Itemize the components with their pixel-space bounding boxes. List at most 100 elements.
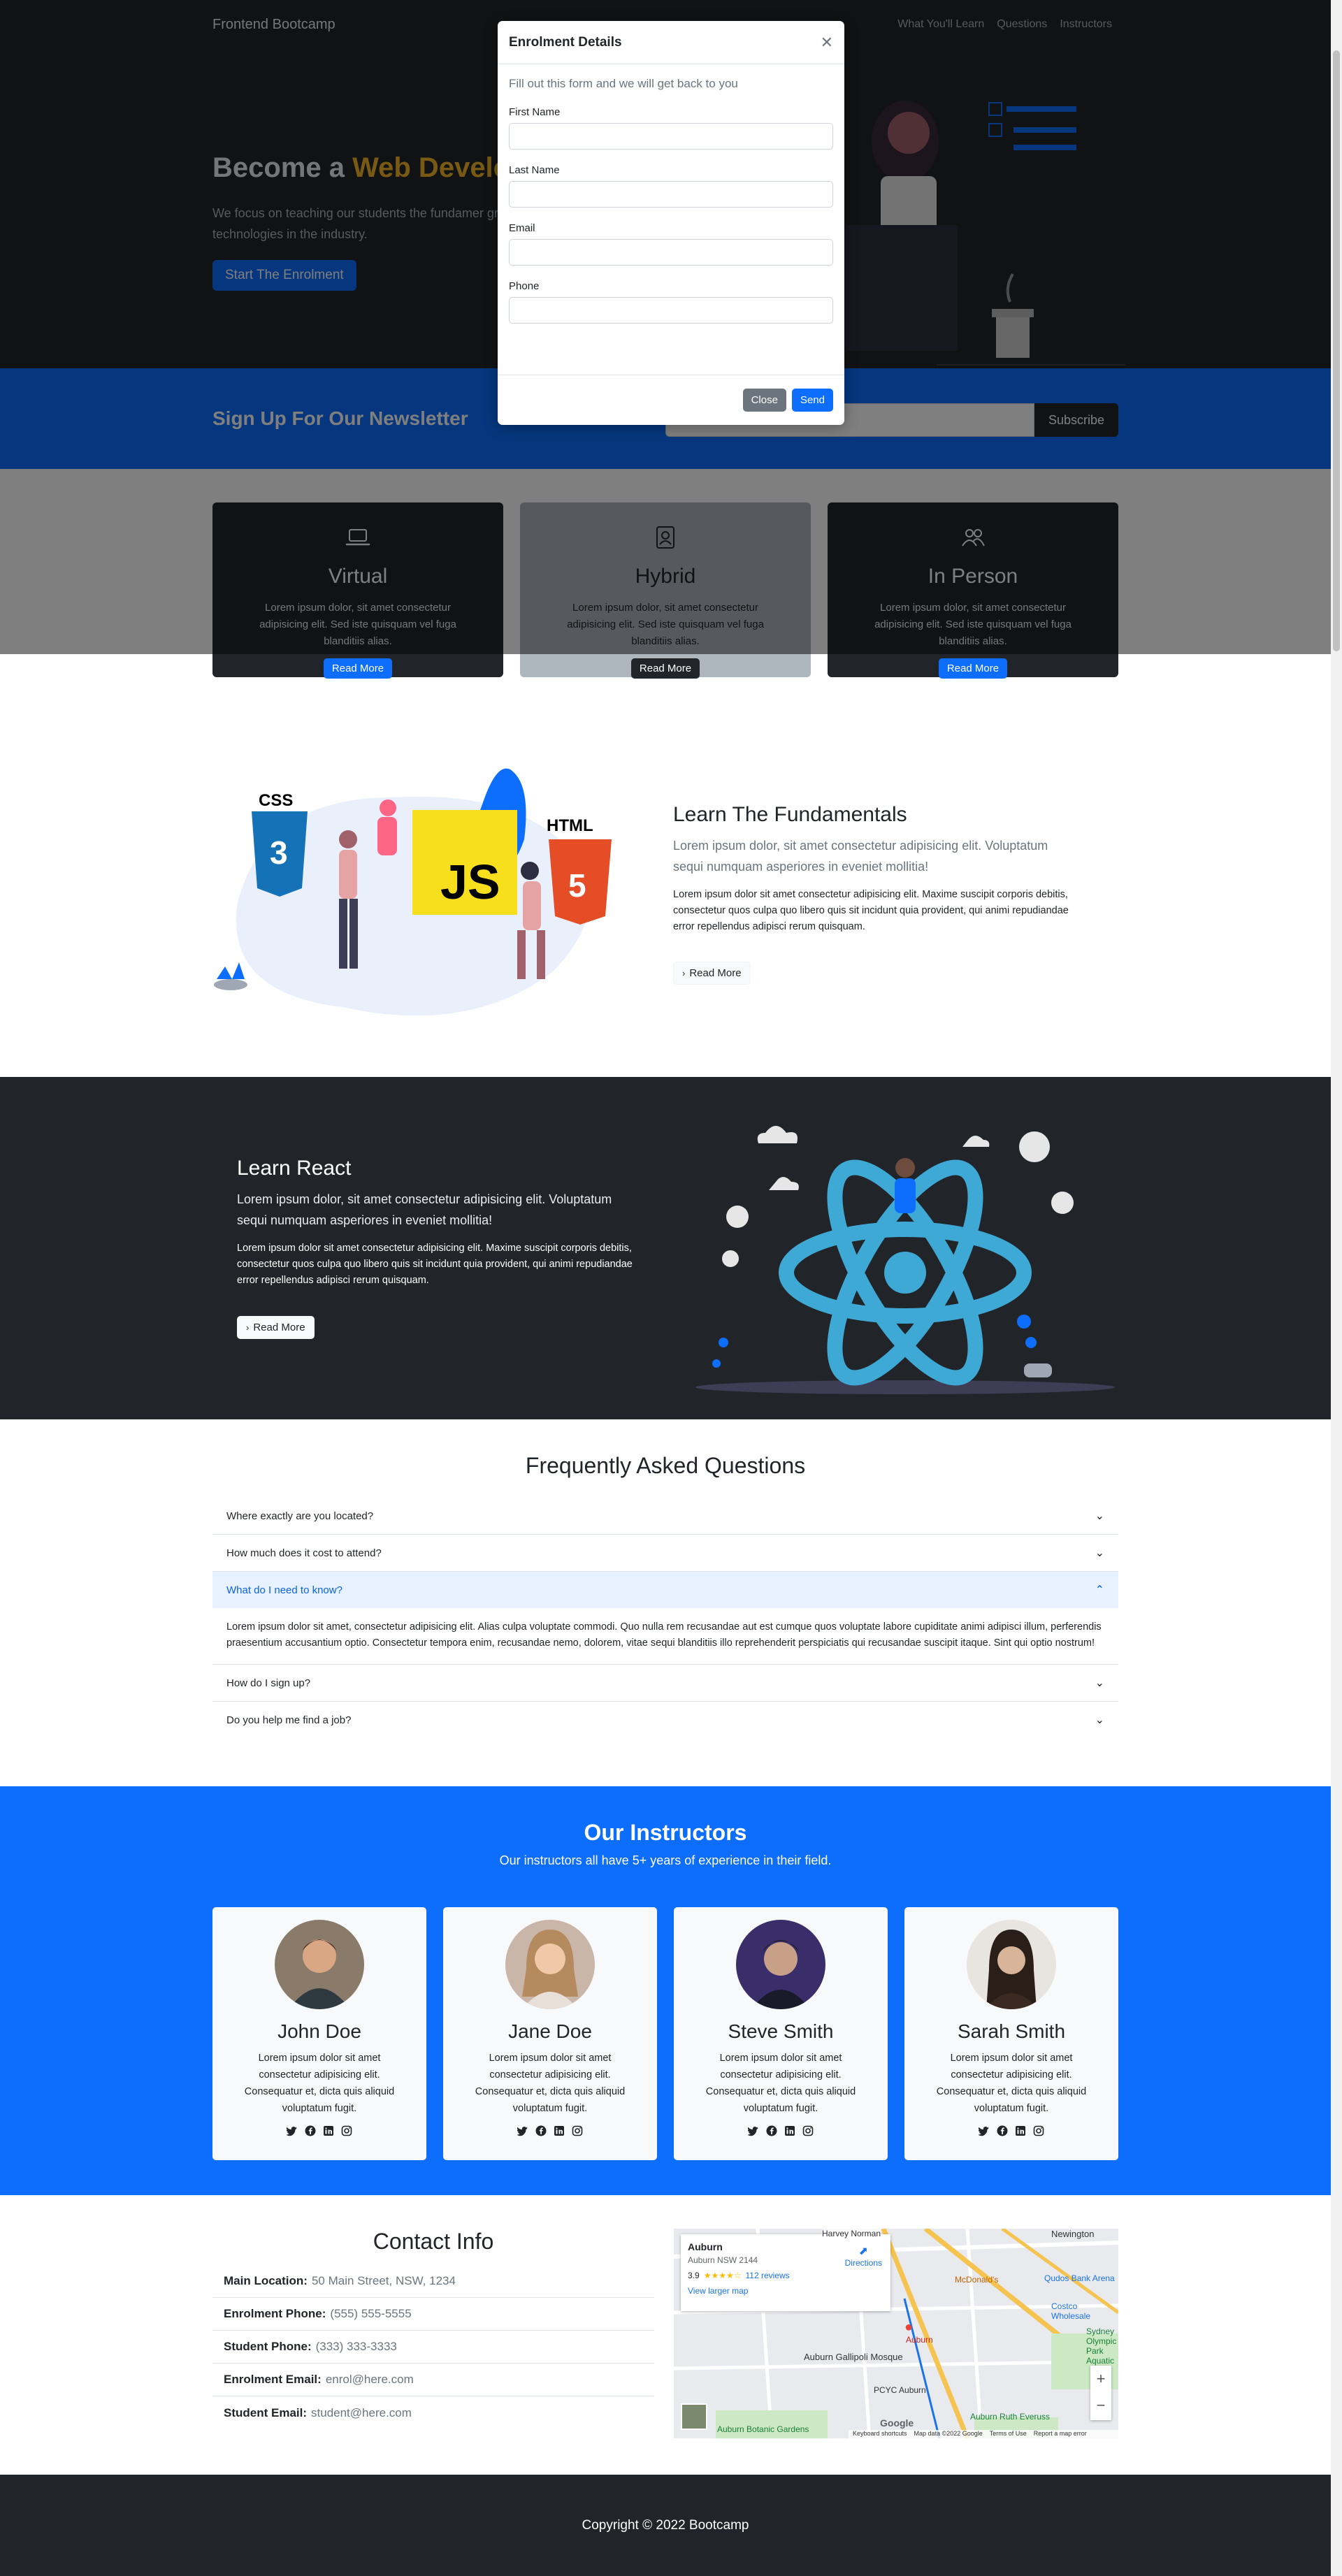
page-scrollbar[interactable]	[1331, 0, 1342, 2576]
map-label: Auburn Gallipoli Mosque	[804, 2352, 903, 2362]
faq-question-button[interactable]: Where exactly are you located? ⌄	[212, 1498, 1118, 1534]
report-error-link[interactable]: Report a map error	[1034, 2430, 1087, 2438]
react-illustration	[695, 1126, 1115, 1394]
css-label: CSS	[259, 791, 293, 810]
google-logo: Google	[880, 2417, 914, 2429]
first-name-field: First Name	[509, 106, 833, 150]
contact-row: Student Email: student@here.com	[224, 2405, 412, 2419]
contact-row: Enrolment Phone: (555) 555-5555	[212, 2298, 654, 2331]
social-links	[212, 2125, 426, 2136]
twitter-icon[interactable]	[977, 2125, 990, 2136]
faq-question-button[interactable]: Do you help me find a job? ⌄	[212, 1702, 1118, 1738]
instructor-bio: Lorem ipsum dolor sit amet consectetur a…	[705, 2053, 856, 2114]
linkedin-icon[interactable]	[323, 2125, 334, 2136]
map-footer: Keyboard shortcuts Map data ©2022 Google…	[849, 2430, 1118, 2438]
facebook-icon[interactable]	[305, 2125, 316, 2136]
instructor-name: Steve Smith	[728, 2020, 834, 2042]
phone-input[interactable]	[509, 297, 833, 324]
box-read-more-button[interactable]: Read More	[630, 658, 700, 679]
faq-item: Do you help me find a job? ⌄	[212, 1702, 1118, 1738]
modal-hint: Fill out this form and we will get back …	[509, 77, 738, 90]
linkedin-icon[interactable]	[1015, 2125, 1026, 2136]
satellite-toggle[interactable]	[681, 2403, 707, 2430]
chevron-down-icon: ⌄	[1095, 1677, 1104, 1689]
faq-question-button[interactable]: How do I sign up? ⌄	[212, 1665, 1118, 1701]
avatar	[967, 1920, 1056, 2009]
footer: Copyright © 2022 Bootcamp	[0, 2475, 1331, 2576]
modal-header: Enrolment Details ✕	[498, 21, 844, 64]
send-button[interactable]: Send	[791, 389, 833, 412]
close-button[interactable]: Close	[742, 389, 786, 412]
contact-row: Main Location: 50 Main Street, NSW, 1234	[212, 2265, 654, 2298]
enrolment-modal: Enrolment Details ✕ Fill out this form a…	[498, 21, 844, 425]
twitter-icon[interactable]	[516, 2125, 528, 2136]
fundamentals-lead: Lorem ipsum dolor, sit amet consectetur …	[673, 839, 1048, 874]
first-name-input[interactable]	[509, 123, 833, 150]
linkedin-icon[interactable]	[784, 2125, 795, 2136]
instructor-card: Steve Smith Lorem ipsum dolor sit amet c…	[674, 1907, 888, 2160]
instructor-card: John Doe Lorem ipsum dolor sit amet cons…	[212, 1907, 426, 2160]
modal-title: Enrolment Details	[509, 34, 622, 50]
avatar	[505, 1920, 595, 2009]
location-map[interactable]: Auburn Auburn NSW 2144 3.9 ★★★★☆ 112 revie…	[674, 2229, 1118, 2438]
chevron-down-icon: ⌄	[1095, 1510, 1104, 1522]
map-label: PCYC Auburn	[874, 2385, 926, 2395]
box-read-more-button[interactable]: Read More	[323, 658, 393, 679]
keyboard-shortcuts-link[interactable]: Keyboard shortcuts	[853, 2430, 907, 2438]
chevron-down-icon: ⌄	[1095, 1714, 1104, 1726]
react-read-more-button[interactable]: › Read More	[237, 1316, 315, 1339]
facebook-icon[interactable]	[535, 2125, 547, 2136]
modal-footer: Close Send	[498, 375, 844, 425]
email-input[interactable]	[509, 239, 833, 266]
contact-list: Main Location: 50 Main Street, NSW, 1234 …	[212, 2265, 654, 2429]
last-name-input[interactable]	[509, 181, 833, 208]
map-label: McDonald's	[955, 2275, 999, 2285]
instructor-bio: Lorem ipsum dolor sit amet consectetur a…	[936, 2053, 1087, 2114]
facebook-icon[interactable]	[997, 2125, 1008, 2136]
map-pin-icon[interactable]: ●	[904, 2320, 913, 2336]
field-label: Last Name	[509, 164, 560, 176]
instructor-card: Sarah Smith Lorem ipsum dolor sit amet c…	[904, 1907, 1118, 2160]
fundamentals-illustration: CSS 3 JS HTML 5	[214, 768, 612, 1016]
instructors-subtitle: Our instructors all have 5+ years of exp…	[499, 1853, 832, 1867]
map-label: Auburn Ruth Everuss	[970, 2412, 1051, 2422]
instagram-icon[interactable]	[1033, 2125, 1044, 2136]
close-icon[interactable]: ✕	[821, 34, 833, 52]
instagram-icon[interactable]	[802, 2125, 814, 2136]
field-label: Email	[509, 222, 535, 234]
box-read-more-button[interactable]: Read More	[938, 658, 1008, 679]
field-label: First Name	[509, 106, 561, 118]
terms-link[interactable]: Terms of Use	[990, 2430, 1027, 2438]
phone-field: Phone	[509, 280, 833, 324]
svg-text:3: 3	[270, 834, 288, 871]
last-name-field: Last Name	[509, 164, 833, 208]
map-directions-button[interactable]: ⬈ Directions	[845, 2244, 882, 2268]
js-label: JS	[440, 855, 500, 909]
faq-question-button[interactable]: How much does it cost to attend? ⌄	[212, 1535, 1118, 1571]
twitter-icon[interactable]	[746, 2125, 759, 2136]
react-body: Lorem ipsum dolor sit amet consectetur a…	[237, 1243, 633, 1286]
facebook-icon[interactable]	[766, 2125, 777, 2136]
learn-react-section: Learn React Lorem ipsum dolor, sit amet …	[0, 1077, 1331, 1419]
twitter-icon[interactable]	[285, 2125, 298, 2136]
instructor-name: Sarah Smith	[957, 2020, 1066, 2042]
instructor-bio: Lorem ipsum dolor sit amet consectetur a…	[244, 2053, 395, 2114]
faq-section: Frequently Asked Questions Where exactly…	[0, 1419, 1331, 1786]
scrollbar-thumb[interactable]	[1333, 50, 1340, 651]
avatar	[736, 1920, 825, 2009]
react-lead: Lorem ipsum dolor, sit amet consectetur …	[237, 1192, 612, 1227]
chevron-down-icon: ⌄	[1095, 1547, 1104, 1559]
map-info-card: Auburn Auburn NSW 2144 3.9 ★★★★☆ 112 revie…	[681, 2234, 890, 2311]
fundamentals-read-more-button[interactable]: › Read More	[673, 962, 751, 985]
instructor-card: Jane Doe Lorem ipsum dolor sit amet cons…	[443, 1907, 657, 2160]
faq-question-button[interactable]: What do I need to know? ⌃	[212, 1572, 1118, 1608]
instagram-icon[interactable]	[341, 2125, 352, 2136]
instagram-icon[interactable]	[572, 2125, 583, 2136]
view-larger-map-link[interactable]: View larger map	[688, 2286, 883, 2296]
react-title: Learn React	[237, 1157, 352, 1180]
zoom-out-button[interactable]: −	[1090, 2392, 1111, 2419]
zoom-in-button[interactable]: +	[1090, 2366, 1111, 2392]
linkedin-icon[interactable]	[554, 2125, 565, 2136]
map-label: Harvey Norman	[822, 2229, 881, 2238]
contact-section: Contact Info Main Location: 50 Main Stree…	[0, 2195, 1331, 2475]
